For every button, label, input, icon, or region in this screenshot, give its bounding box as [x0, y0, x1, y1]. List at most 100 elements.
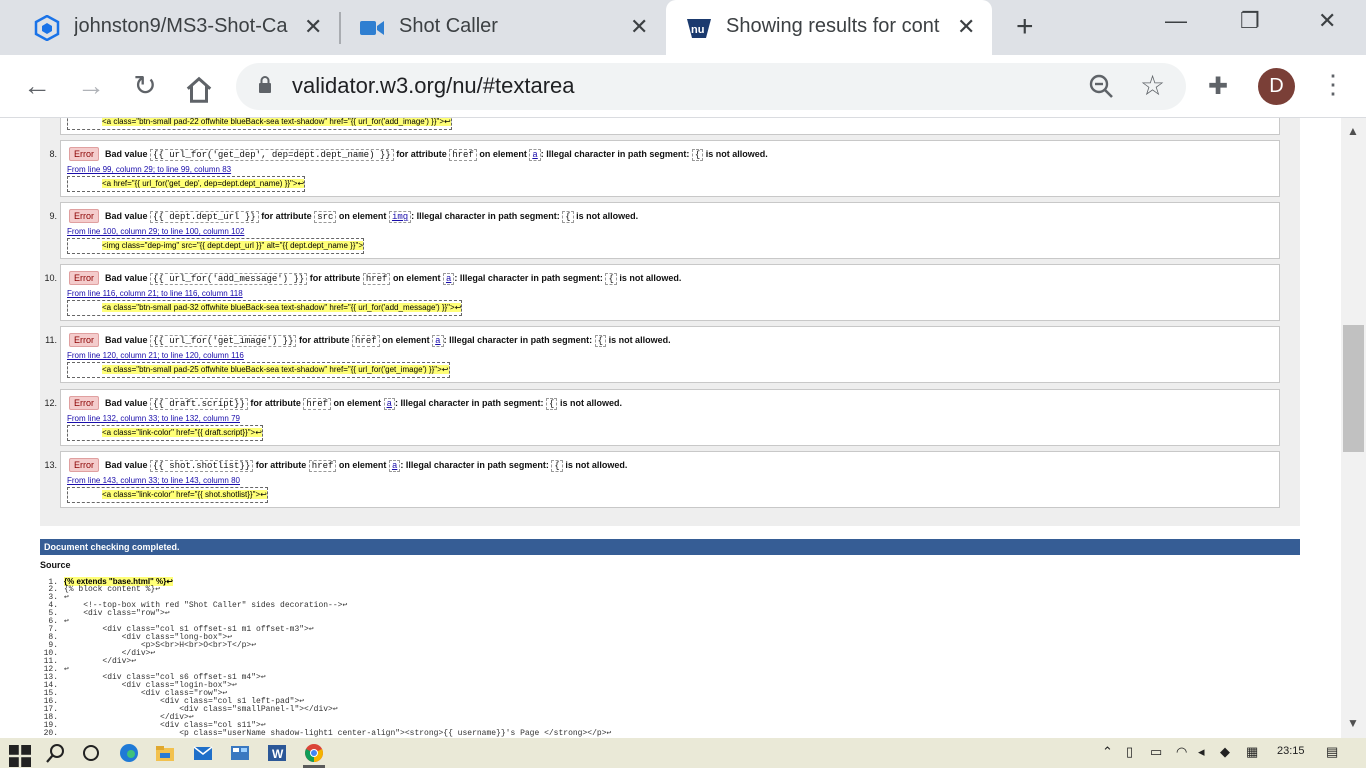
error-badge: Error — [69, 271, 99, 285]
maximize-icon[interactable]: ❐ — [1240, 8, 1260, 34]
tab-title: Shot Caller — [399, 15, 498, 37]
code-extract: <a class="btn-small pad-25 offwhite blue… — [67, 362, 450, 378]
chrome-icon[interactable] — [302, 742, 326, 764]
vertical-scrollbar[interactable]: ▲ ▼ — [1341, 118, 1366, 738]
message-number: 9. — [49, 211, 57, 221]
location-link[interactable]: From line 143, column 33; to line 143, c… — [67, 476, 240, 485]
close-icon[interactable]: ✕ — [957, 14, 975, 40]
scrollbar-thumb[interactable] — [1343, 325, 1364, 452]
source-heading: Source — [40, 560, 71, 570]
close-icon[interactable]: ✕ — [630, 14, 648, 40]
tab-title: Showing results for cont — [726, 15, 940, 37]
source-line: 5. <div class="row">↩ — [48, 609, 170, 618]
location-link[interactable]: From line 100, column 29; to line 100, c… — [67, 227, 244, 236]
taskbar-clock[interactable]: 23:15 — [1277, 745, 1305, 757]
message-text: Error Bad value {{ url_for('get_image') }… — [69, 333, 671, 347]
status-bar: Document checking completed. — [40, 539, 1300, 555]
message-11: 11. Error Bad value {{ url_for('get_image… — [45, 326, 1280, 383]
element-link[interactable]: a — [432, 335, 444, 347]
back-icon[interactable]: ← — [22, 71, 52, 101]
volume-icon[interactable]: ◂ — [1198, 744, 1205, 760]
page-viewport: <a class="btn-small pad-22 offwhite blue… — [0, 118, 1341, 738]
source-line: 2. {% block content %}↩ — [48, 585, 161, 594]
location-link[interactable]: From line 120, column 21; to line 120, c… — [67, 351, 244, 360]
element-link[interactable]: a — [529, 149, 541, 161]
message-7: <a class="btn-small pad-22 offwhite blue… — [60, 118, 1280, 135]
code-extract: <img class="dep-img" src="{{ dept.dept_u… — [67, 238, 364, 254]
error-badge: Error — [69, 209, 99, 223]
tab-github[interactable]: johnston9/MS3-Shot-Ca ✕ — [0, 0, 340, 55]
error-badge: Error — [69, 333, 99, 347]
w3c-validator-icon: nu — [687, 19, 711, 38]
message-9: 9. Error Bad value {{ dept.dept_url }} fo… — [49, 202, 1280, 259]
results-panel: <a class="btn-small pad-22 offwhite blue… — [40, 118, 1300, 526]
code-extract: <a class="link-color" href="{{ shot.shot… — [67, 487, 268, 503]
dropbox-icon[interactable]: ◆ — [1220, 744, 1230, 760]
menu-kebab-icon[interactable]: ⋮ — [1320, 69, 1346, 99]
message-text: Error Bad value {{ shot.shotlist}} for at… — [69, 458, 627, 472]
element-link[interactable]: a — [388, 460, 401, 472]
home-icon[interactable] — [184, 75, 214, 105]
mail-icon[interactable] — [191, 742, 215, 764]
source-line: 20. <p class="userName shadow-light1 cen… — [43, 729, 612, 738]
message-13: 13. Error Bad value {{ shot.shotlist}} fo… — [44, 451, 1280, 508]
tab-validator[interactable]: nu Showing results for cont ✕ — [666, 0, 992, 55]
window-close-icon[interactable]: ✕ — [1318, 8, 1336, 34]
extensions-puzzle-icon[interactable]: ✚ — [1208, 72, 1228, 101]
notifications-icon[interactable]: ▤ — [1326, 744, 1338, 760]
control-panel-icon[interactable] — [228, 742, 252, 764]
error-badge: Error — [69, 458, 99, 472]
cube-icon — [34, 15, 60, 41]
message-number: 12. — [44, 398, 57, 408]
url-text[interactable]: validator.w3.org/nu/#textarea — [292, 73, 575, 99]
file-explorer-icon[interactable] — [153, 742, 177, 764]
chevron-up-icon[interactable]: ⌃ — [1102, 744, 1113, 760]
tab-shot-caller[interactable]: Shot Caller ✕ — [341, 0, 665, 55]
message-8: 8. Error Bad value {{ url_for('get_dep', … — [49, 140, 1280, 197]
bookmark-star-icon[interactable]: ☆ — [1140, 69, 1165, 102]
battery-icon[interactable]: ▭ — [1150, 744, 1162, 760]
edge-icon[interactable] — [117, 742, 141, 764]
windows-start-icon[interactable] — [8, 745, 32, 767]
scroll-down-arrow-icon[interactable]: ▼ — [1347, 716, 1359, 730]
message-text: Error Bad value {{ url_for('add_message')… — [69, 271, 681, 285]
keyboard-icon[interactable]: ▦ — [1246, 744, 1258, 760]
new-tab-button[interactable]: + — [1016, 12, 1034, 42]
code-extract: <a class="btn-small pad-32 offwhite blue… — [67, 300, 463, 316]
device-icon[interactable]: ▯ — [1126, 744, 1133, 760]
wifi-icon[interactable]: ◠ — [1176, 744, 1187, 760]
svg-text:nu: nu — [691, 24, 704, 36]
error-badge: Error — [69, 396, 99, 410]
code-extract: <a href="{{ url_for('get_dep', dep=dept.… — [67, 176, 306, 192]
zoom-icon[interactable] — [1088, 73, 1114, 99]
source-line: 11. </div>↩ — [43, 657, 137, 666]
code-extract: <a class="link-color" href="{{ draft.scr… — [67, 425, 263, 441]
browser-toolbar: ← → ↻ validator.w3.org/nu/#textarea ☆ ✚ … — [0, 55, 1366, 118]
lock-icon[interactable] — [258, 76, 272, 94]
message-number: 11. — [45, 335, 57, 345]
tab-strip: johnston9/MS3-Shot-Ca ✕ Shot Caller ✕ nu… — [0, 0, 1366, 55]
avatar[interactable]: D — [1258, 68, 1295, 105]
message-10: 10. Error Bad value {{ url_for('add_messa… — [44, 264, 1280, 321]
word-icon[interactable]: W — [265, 742, 289, 764]
location-link[interactable]: From line 116, column 21; to line 116, c… — [67, 289, 243, 298]
tab-title: johnston9/MS3-Shot-Ca — [74, 15, 288, 37]
task-view-icon[interactable] — [79, 742, 103, 764]
close-icon[interactable]: ✕ — [304, 14, 322, 40]
element-link[interactable]: a — [383, 398, 395, 410]
element-link[interactable]: img — [388, 211, 412, 223]
search-icon[interactable] — [44, 742, 68, 764]
minimize-icon[interactable]: — — [1165, 8, 1187, 34]
message-number: 10. — [44, 273, 57, 283]
location-link[interactable]: From line 99, column 29; to line 99, col… — [67, 165, 231, 174]
error-badge: Error — [69, 147, 99, 161]
location-link[interactable]: From line 132, column 33; to line 132, c… — [67, 414, 240, 423]
element-link[interactable]: a — [442, 273, 455, 285]
reload-icon[interactable]: ↻ — [130, 71, 160, 101]
address-bar[interactable]: validator.w3.org/nu/#textarea ☆ — [236, 63, 1186, 110]
scroll-up-arrow-icon[interactable]: ▲ — [1347, 124, 1359, 138]
forward-icon[interactable]: → — [76, 71, 106, 101]
code-extract: <a class="btn-small pad-22 offwhite blue… — [67, 118, 452, 130]
svg-text:W: W — [272, 747, 284, 761]
source-listing: 1. {% extends "base.html" %}↩ 2. {% block … — [40, 577, 612, 738]
